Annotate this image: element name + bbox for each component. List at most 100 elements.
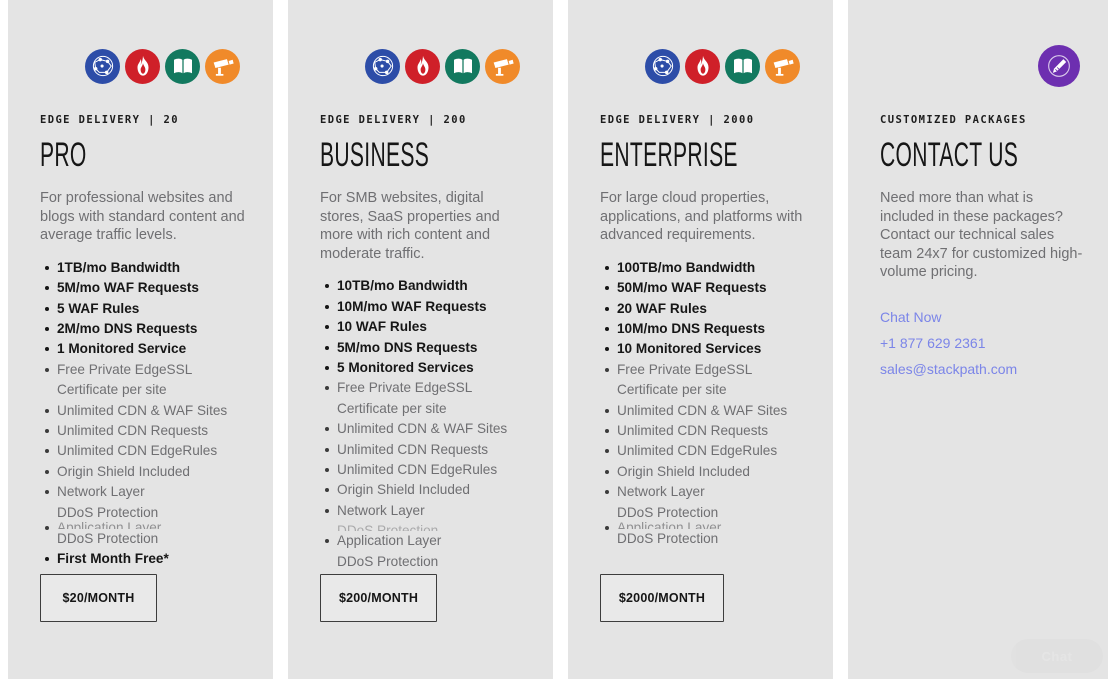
feature-text: Application Layer	[57, 520, 162, 530]
monitoring-camera-icon	[485, 48, 520, 84]
feature-item: 2M/mo DNS Requests	[45, 319, 248, 339]
waf-flame-icon	[405, 48, 440, 84]
feature-text: First Month Free*	[57, 551, 169, 567]
feature-item: Network Layer DDoS Protection	[45, 482, 248, 523]
feature-item: Unlimited CDN Requests	[325, 440, 528, 460]
plan-card-enterprise: EDGE DELIVERY | 2000 ENTERPRISE For large …	[568, 0, 833, 679]
feature-item: Free Private EdgeSSL Certificate per sit…	[45, 360, 248, 401]
contact-icon-row	[880, 0, 1088, 90]
plan-title: BUSINESS	[320, 136, 430, 174]
price-button-pro[interactable]: $20/MONTH	[40, 574, 157, 622]
feature-text: 5 WAF Rules	[57, 300, 140, 316]
feature-text: 10 WAF Rules	[337, 319, 427, 335]
feature-text: Unlimited CDN Requests	[57, 423, 209, 439]
edgessl-book-icon	[445, 48, 480, 84]
feature-text: Unlimited CDN Requests	[617, 423, 769, 439]
plan-description: For large cloud properties, applications…	[600, 190, 803, 244]
plan-eyebrow: EDGE DELIVERY | 200	[320, 114, 467, 126]
feature-item: 5M/mo DNS Requests	[325, 338, 528, 358]
plan-description: For SMB websites, digital stores, SaaS p…	[320, 190, 500, 262]
feature-text: 10TB/mo Bandwidth	[337, 278, 468, 294]
plan-feature-list: 1TB/mo Bandwidth 5M/mo WAF Requests 5 WAF …	[40, 258, 248, 570]
plan-card-contact: CUSTOMIZED PACKAGES CONTACT US Need more t…	[848, 0, 1108, 679]
plan-card-content: EDGE DELIVERY | 200 BUSINESS For SMB websi…	[288, 0, 553, 679]
feature-text: Network Layer	[57, 484, 145, 500]
plan-eyebrow: EDGE DELIVERY | 20	[40, 114, 179, 126]
feature-subtext: DDoS Protection	[337, 523, 439, 532]
contact-title: CONTACT US	[880, 136, 1019, 174]
plan-eyebrow: EDGE DELIVERY | 2000	[600, 114, 755, 126]
plan-title: ENTERPRISE	[600, 136, 738, 174]
feature-text: Unlimited CDN EdgeRules	[337, 462, 498, 478]
feature-text: Origin Shield Included	[617, 463, 750, 479]
feature-item: 5 WAF Rules	[45, 299, 248, 319]
feature-item: 10M/mo DNS Requests	[605, 319, 808, 339]
monitoring-camera-icon	[765, 48, 800, 84]
feature-text: Application Layer	[337, 533, 442, 549]
feature-text: 2M/mo DNS Requests	[57, 321, 198, 336]
feature-item: Application Layer DDoS Protection	[605, 518, 808, 549]
monitoring-camera-icon	[205, 48, 240, 84]
phone-link[interactable]: +1 877 629 2361	[880, 330, 1088, 356]
chat-now-link[interactable]: Chat Now	[880, 304, 1088, 330]
edgessl-book-icon	[725, 48, 760, 84]
feature-text: 20 WAF Rules	[617, 300, 707, 316]
feature-item: Origin Shield Included	[45, 462, 248, 482]
feature-item: 20 WAF Rules	[605, 299, 808, 319]
feature-item: Origin Shield Included	[325, 480, 528, 500]
feature-subtext: DDoS Protection	[617, 531, 719, 547]
plan-feature-icons	[320, 0, 528, 90]
feature-item: Unlimited CDN & WAF Sites	[45, 401, 248, 421]
feature-text: 1 Monitored Service	[57, 341, 187, 357]
plan-feature-list: 10TB/mo Bandwidth 10M/mo WAF Requests 10 W…	[320, 276, 528, 572]
feature-subtext: DDoS Protection	[337, 553, 439, 569]
feature-text: Free Private EdgeSSL Certificate per sit…	[337, 380, 472, 416]
feature-item: First Month Free*	[45, 549, 248, 569]
feature-item: Free Private EdgeSSL Certificate per sit…	[605, 360, 808, 401]
feature-item: Network Layer DDoS Protection	[325, 501, 528, 532]
price-button-enterprise[interactable]: $2000/MONTH	[600, 574, 724, 622]
feature-item: Unlimited CDN & WAF Sites	[325, 419, 528, 439]
waf-flame-icon	[685, 48, 720, 84]
feature-text: Application Layer	[617, 520, 722, 530]
pricing-plans-grid: EDGE DELIVERY | 20 PRO For professional we…	[0, 0, 1108, 679]
feature-item: Origin Shield Included	[605, 462, 808, 482]
contact-links: Chat Now +1 877 629 2361 sales@stackpath.c…	[880, 304, 1088, 382]
feature-item: 10M/mo WAF Requests	[325, 297, 528, 317]
feature-text: 5M/mo DNS Requests	[337, 339, 478, 355]
feature-item: 1TB/mo Bandwidth	[45, 258, 248, 278]
email-link[interactable]: sales@stackpath.com	[880, 356, 1088, 382]
feature-item: 1 Monitored Service	[45, 339, 248, 359]
cdn-network-icon	[85, 48, 120, 84]
feature-item: Application Layer DDoS Protection	[45, 518, 248, 549]
waf-flame-icon	[125, 48, 160, 84]
feature-text: Unlimited CDN & WAF Sites	[337, 421, 508, 437]
feature-text: 10M/mo DNS Requests	[617, 321, 766, 336]
feature-text: Origin Shield Included	[337, 482, 470, 498]
plan-card-business: EDGE DELIVERY | 200 BUSINESS For SMB websi…	[288, 0, 553, 679]
feature-text: 1TB/mo Bandwidth	[57, 259, 181, 275]
feature-item: Application Layer DDoS Protection	[325, 531, 528, 572]
cdn-network-icon	[365, 48, 400, 84]
plan-description: For professional websites and blogs with…	[40, 190, 245, 244]
plan-feature-icons	[600, 0, 808, 90]
feature-text: Unlimited CDN & WAF Sites	[617, 402, 788, 418]
feature-text: Unlimited CDN & WAF Sites	[57, 402, 228, 418]
feature-text: 10M/mo WAF Requests	[337, 298, 487, 314]
feature-item: 100TB/mo Bandwidth	[605, 258, 808, 278]
feature-text: 5 Monitored Services	[337, 360, 474, 375]
edgessl-book-icon	[165, 48, 200, 84]
feature-item: 5 Monitored Services	[325, 358, 528, 378]
feature-text: 5M/mo WAF Requests	[57, 280, 199, 296]
feature-item: Unlimited CDN EdgeRules	[325, 460, 528, 480]
plan-feature-icons	[40, 0, 248, 90]
plan-card-content: EDGE DELIVERY | 2000 ENTERPRISE For large …	[568, 0, 833, 679]
price-button-business[interactable]: $200/MONTH	[320, 574, 437, 622]
feature-item: 10 Monitored Services	[605, 339, 808, 359]
feature-item: 5M/mo WAF Requests	[45, 278, 248, 298]
feature-item: Unlimited CDN Requests	[45, 421, 248, 441]
feature-text: Free Private EdgeSSL Certificate per sit…	[617, 361, 752, 398]
feature-text: Origin Shield Included	[57, 463, 190, 479]
chat-widget-button[interactable]: Chat	[1011, 639, 1103, 673]
feature-item: Unlimited CDN Requests	[605, 421, 808, 441]
